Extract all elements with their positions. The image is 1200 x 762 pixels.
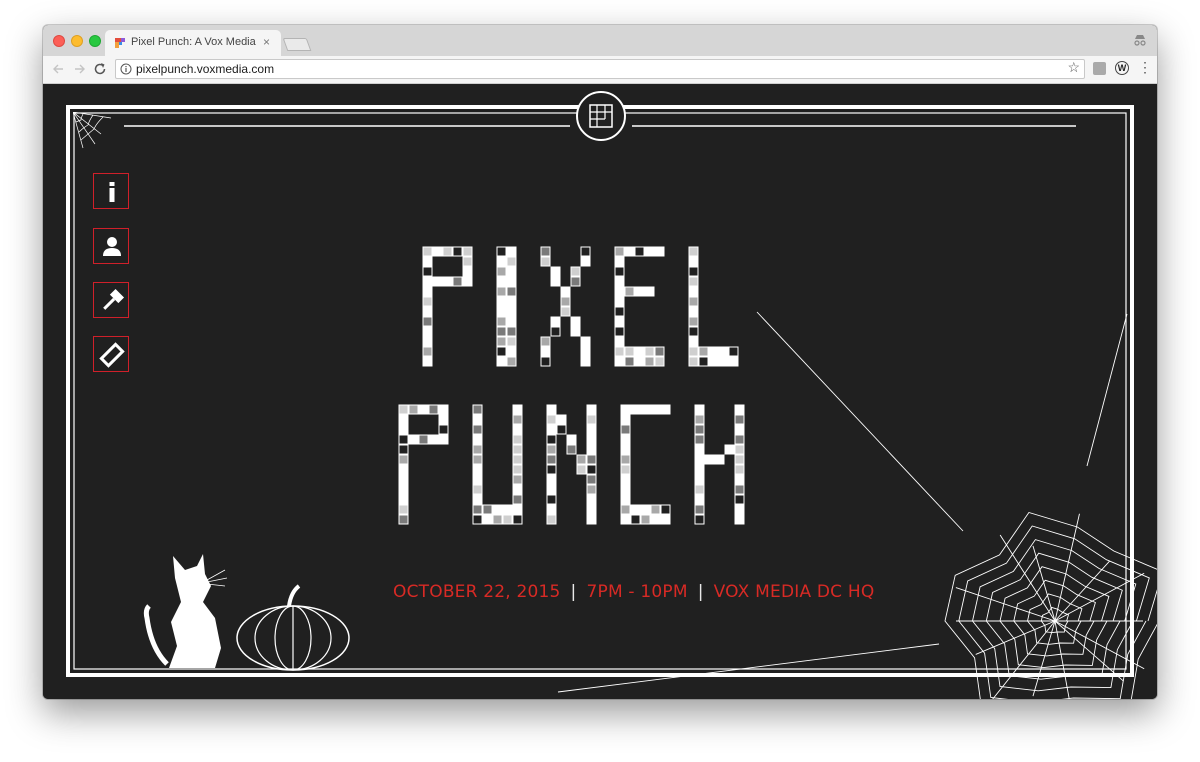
menu-icon[interactable]: ⋮ [1138, 60, 1152, 74]
url-text[interactable]: pixelpunch.voxmedia.com [136, 62, 274, 76]
new-tab-button[interactable] [282, 38, 312, 51]
close-window-button[interactable] [53, 35, 65, 47]
info-icon[interactable] [120, 63, 132, 75]
reload-icon[interactable] [92, 61, 108, 77]
browser-tab[interactable]: Pixel Punch: A Vox Media Des × [105, 30, 281, 56]
forward-icon[interactable] [71, 61, 87, 77]
web-ring [985, 552, 1123, 680]
title-bar: Pixel Punch: A Vox Media Des × [43, 25, 1157, 56]
browser-window: Pixel Punch: A Vox Media Des × pixelpunc… [43, 25, 1157, 699]
bookmark-star-icon[interactable]: ☆ [1067, 59, 1080, 76]
tab-title: Pixel Punch: A Vox Media Des [131, 36, 257, 48]
web-page: PIXEL PUNCH OCTOBER 22, 2015|7PM - 10PM|… [43, 84, 1157, 699]
web-spoke [955, 587, 1056, 622]
spiderweb-icon [557, 311, 1157, 699]
address-bar[interactable]: pixelpunch.voxmedia.com ☆ [115, 59, 1085, 79]
web-spoke [1054, 620, 1145, 670]
browser-toolbar: pixelpunch.voxmedia.com ☆ W ⋮ [43, 56, 1157, 84]
web-spoke [999, 534, 1056, 622]
maximize-window-button[interactable] [89, 35, 101, 47]
web-ring [958, 525, 1150, 699]
web-spoke [975, 620, 1056, 655]
back-icon[interactable] [51, 61, 67, 77]
extension-icon[interactable] [1093, 62, 1106, 75]
minimize-window-button[interactable] [71, 35, 83, 47]
tab-close-icon[interactable]: × [263, 35, 270, 49]
incognito-icon [1134, 35, 1146, 46]
web-ring [972, 539, 1137, 692]
favicon-icon [115, 38, 125, 48]
web-spoke [1054, 513, 1080, 622]
extension-w-icon[interactable]: W [1115, 61, 1129, 75]
